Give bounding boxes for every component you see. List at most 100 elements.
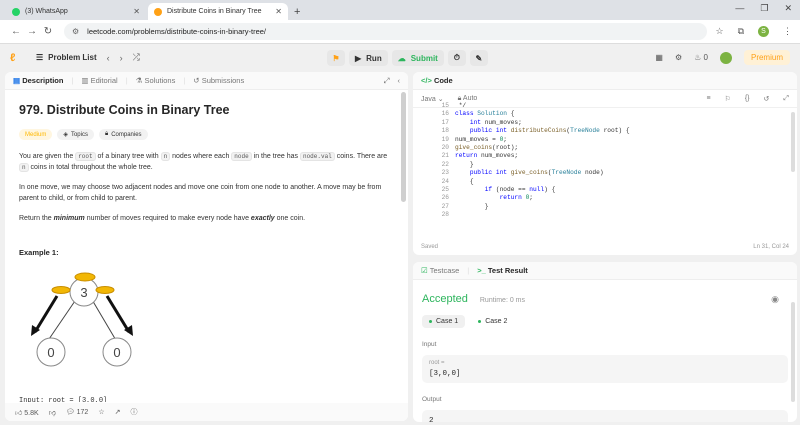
close-tab-icon[interactable]: ✕ [275, 7, 282, 16]
problem-list-button[interactable]: ☰ Problem List [36, 53, 97, 62]
premium-button[interactable]: Premium [743, 50, 790, 65]
tab-description[interactable]: ▤ Description [13, 76, 63, 85]
tab-submissions[interactable]: ↺ Submissions [193, 76, 244, 85]
fire-icon: ♨ [694, 53, 702, 62]
profile-avatar[interactable]: S [758, 26, 769, 37]
notes-icon[interactable]: ✎ [469, 50, 488, 66]
companies-tag[interactable]: 🔒︎ Companies [98, 129, 148, 140]
tab-solutions-label: Solutions [144, 76, 176, 85]
comment-icon: 💬︎ [65, 409, 75, 416]
layout-icon[interactable]: ▦ [655, 53, 663, 62]
debug-icon[interactable]: ⚑ [327, 50, 345, 66]
description-paragraph-2: In one move, we may choose two adjacent … [19, 184, 382, 202]
case-label: Case 2 [485, 318, 508, 325]
close-window-icon[interactable]: ✕ [784, 3, 792, 14]
editor-scrollbar[interactable] [791, 112, 795, 172]
line-number: 19 [441, 135, 449, 143]
submit-button[interactable]: ☁ Submit [391, 50, 444, 66]
text-segment: Return the [19, 215, 54, 222]
text-segment: in the tree has [251, 153, 300, 160]
code-line: return num_moves; [455, 152, 519, 160]
code-line: class Solution { [455, 110, 515, 118]
tab-test-result[interactable]: >_ Test Result [477, 266, 528, 275]
topics-tag[interactable]: ◈ Topics [57, 129, 94, 140]
browser-menu-icon[interactable]: ⋮ [783, 26, 792, 37]
prev-problem-icon[interactable]: ‹ [107, 53, 110, 63]
tab-code[interactable]: </> Code [421, 76, 453, 85]
leetcode-logo-icon[interactable]: ℓ [10, 52, 22, 64]
favorite-star-icon[interactable]: ☆ [98, 408, 104, 416]
tab-editorial[interactable]: ▥ Editorial [81, 76, 117, 85]
url-bar[interactable]: ⚙ leetcode.com/problems/distribute-coins… [64, 23, 708, 40]
code-line: num_moves = 0; [455, 135, 507, 143]
settings-gear-icon[interactable]: ⚙ [675, 53, 682, 62]
case-1-tab[interactable]: Case 1 [422, 315, 466, 328]
problem-list-label: Problem List [48, 53, 97, 62]
scrollbar[interactable] [401, 92, 406, 202]
back-icon[interactable]: ← [8, 26, 24, 37]
fullscreen-icon[interactable]: ⤢ [783, 95, 789, 103]
help-icon[interactable]: ⓘ [130, 407, 137, 417]
bookmark-icon[interactable]: ⚐ [725, 95, 731, 103]
comments-button[interactable]: 💬︎ 172 [66, 408, 89, 416]
tree-node-right: 0 [113, 345, 120, 360]
braces-icon[interactable]: {} [745, 95, 750, 102]
forward-icon[interactable]: → [24, 26, 40, 37]
case-tabs: Case 1 Case 2 [422, 315, 797, 328]
streak-counter[interactable]: ♨ 0 [694, 53, 708, 62]
shuffle-icon[interactable]: ⤮ [133, 52, 140, 63]
minimize-icon[interactable]: — [735, 3, 744, 14]
eye-icon[interactable]: ◉ [771, 294, 779, 305]
format-icon[interactable]: ≡ [706, 95, 710, 102]
collapse-icon[interactable]: ‹ [398, 76, 401, 85]
code-area[interactable]: */class Solution { int num_moves; public… [455, 102, 630, 211]
browser-tab-strip: (3) WhatsApp ✕ Distribute Coins in Binar… [0, 0, 800, 20]
like-button[interactable]: 👍︎ 5.8K [15, 408, 39, 417]
text-segment: coins. There are [334, 153, 388, 160]
line-number: 25 [441, 186, 449, 194]
tab-solutions[interactable]: ⚗ Solutions [136, 76, 176, 85]
example-heading: Example 1: [19, 248, 59, 257]
inline-code: node [231, 152, 252, 161]
text-segment: number of moves required to make every n… [84, 215, 251, 222]
text-segment: nodes where each [170, 153, 232, 160]
timer-icon[interactable]: ⏱ [447, 50, 466, 66]
input-key: root = [429, 360, 445, 366]
play-icon: ▶ [355, 53, 362, 63]
run-button[interactable]: ▶ Run [349, 50, 388, 66]
browser-tab-whatsapp[interactable]: (3) WhatsApp ✕ [6, 3, 146, 20]
bookmark-star-icon[interactable]: ☆ [715, 26, 723, 37]
tab-code-label: Code [433, 76, 453, 85]
site-info-icon[interactable]: ⚙ [72, 27, 79, 36]
browser-tab-leetcode[interactable]: Distribute Coins in Binary Tree ✕ [148, 3, 288, 20]
comment-count: 172 [76, 409, 89, 416]
extensions-icon[interactable]: ⧉ [738, 26, 744, 37]
case-2-tab[interactable]: Case 2 [471, 315, 514, 328]
dislike-icon[interactable]: 👎︎ [49, 408, 56, 417]
line-numbers: 15 16 17 18 19 20 21 22 23 24 25 26 27 2… [427, 102, 449, 220]
reload-icon[interactable]: ↻ [40, 26, 56, 37]
next-problem-icon[interactable]: › [120, 53, 123, 63]
line-number: 16 [441, 110, 449, 118]
inline-code: n [160, 152, 171, 161]
editor-status-bar: Saved Ln 31, Col 24 [421, 244, 789, 250]
like-count: 5.8K [24, 409, 39, 417]
streak-count: 0 [703, 53, 708, 62]
difficulty-badge: Medium [19, 129, 53, 140]
tab-testcase[interactable]: ☑ Testcase [421, 266, 459, 275]
output-box: 2 [422, 410, 788, 422]
user-avatar-icon[interactable] [719, 51, 732, 64]
line-number: 28 [441, 211, 449, 219]
maximize-icon[interactable]: ❐ [760, 3, 768, 14]
line-number: 27 [441, 202, 449, 210]
share-icon[interactable]: ↗ [115, 408, 121, 416]
result-scrollbar[interactable] [791, 302, 795, 402]
tab-test-result-label: Test Result [487, 266, 528, 275]
new-tab-icon[interactable]: + [294, 6, 300, 18]
close-tab-icon[interactable]: ✕ [133, 7, 140, 16]
line-number: 17 [441, 118, 449, 126]
expand-icon[interactable]: ⤢ [384, 76, 390, 86]
reset-icon[interactable]: ↺ [764, 95, 770, 103]
leetcode-favicon-icon [154, 7, 162, 16]
line-number: 23 [441, 169, 449, 177]
